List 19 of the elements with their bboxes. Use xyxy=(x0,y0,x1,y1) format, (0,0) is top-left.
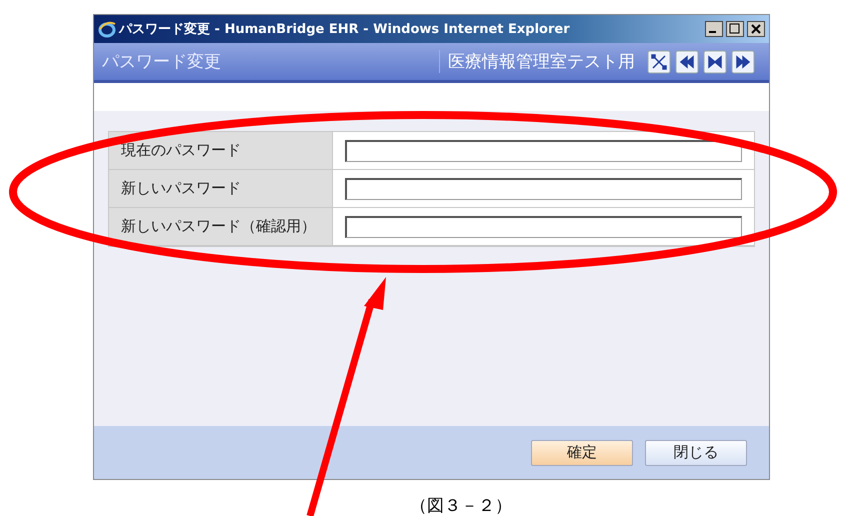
browser-logo-icon xyxy=(98,20,116,38)
page-title: パスワード変更 xyxy=(102,51,222,73)
password-field[interactable] xyxy=(345,178,742,200)
minimize-icon[interactable] xyxy=(705,21,723,37)
close-icon[interactable] xyxy=(747,21,765,37)
maximize-icon[interactable] xyxy=(726,21,744,37)
field-label: 現在のパスワード xyxy=(109,132,333,170)
last-page-icon[interactable] xyxy=(731,50,755,74)
password-field[interactable] xyxy=(345,140,742,162)
password-field[interactable] xyxy=(345,216,742,238)
close-button[interactable]: 閉じる xyxy=(645,440,747,466)
first-page-icon[interactable] xyxy=(675,50,699,74)
confirm-button[interactable]: 確定 xyxy=(531,440,633,466)
field-label: 新しいパスワード（確認用） xyxy=(109,208,333,246)
figure-caption: （図３－２） xyxy=(409,495,513,516)
field-label: 新しいパスワード xyxy=(109,170,333,208)
window-title: パスワード変更 - HumanBridge EHR - Windows Internet Explorer xyxy=(119,20,571,38)
middle-page-icon[interactable] xyxy=(703,50,727,74)
user-name: 医療情報管理室テスト用 xyxy=(439,50,635,73)
